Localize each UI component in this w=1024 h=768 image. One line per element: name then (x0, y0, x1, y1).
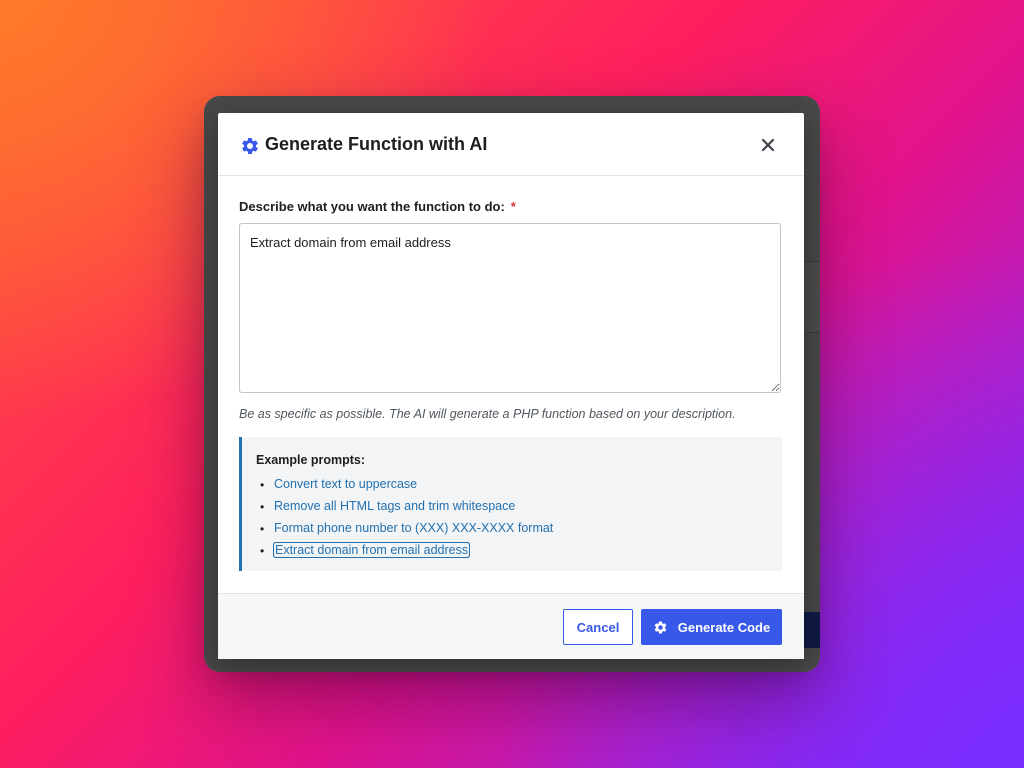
gear-icon (654, 621, 667, 633)
generate-function-dialog: Generate Function with AI Describe what … (218, 113, 804, 659)
generate-code-button[interactable]: Generate Code (641, 609, 782, 645)
bullet: • (260, 522, 265, 536)
bullet: • (260, 500, 265, 514)
dialog-header: Generate Function with AI (218, 113, 804, 176)
help-text: Be as specific as possible. The AI will … (239, 407, 736, 421)
list-item: • Extract domain from email address (256, 542, 553, 565)
example-prompt-link[interactable]: Format phone number to (XXX) XXX-XXXX fo… (274, 521, 553, 535)
list-item: • Convert text to uppercase (256, 477, 553, 499)
example-prompt-link[interactable]: Convert text to uppercase (274, 477, 417, 491)
required-marker: * (510, 199, 516, 214)
generate-code-label: Generate Code (677, 619, 771, 635)
close-button[interactable] (756, 133, 780, 157)
example-prompt-link-focused[interactable]: Extract domain from email address (272, 542, 471, 558)
cancel-button[interactable]: Cancel (563, 609, 633, 645)
bullet: • (260, 478, 265, 492)
description-label-text: Describe what you want the function to d… (239, 199, 505, 214)
example-prompts-list: • Convert text to uppercase • Remove all… (256, 477, 553, 565)
description-textarea[interactable] (239, 223, 781, 393)
list-item: • Remove all HTML tags and trim whitespa… (256, 499, 553, 521)
example-prompts-box: Example prompts: • Convert text to upper… (239, 437, 782, 571)
dialog-footer: Cancel Generate Code (218, 593, 804, 659)
list-item: • Format phone number to (XXX) XXX-XXXX … (256, 521, 553, 543)
description-label: Describe what you want the function to d… (239, 199, 516, 214)
bullet: • (260, 544, 265, 558)
example-prompts-title: Example prompts: (256, 453, 366, 467)
dialog-title: Generate Function with AI (265, 134, 488, 154)
gear-icon (242, 137, 258, 154)
example-prompt-link[interactable]: Remove all HTML tags and trim whitespace (274, 499, 515, 513)
close-icon (761, 138, 775, 152)
